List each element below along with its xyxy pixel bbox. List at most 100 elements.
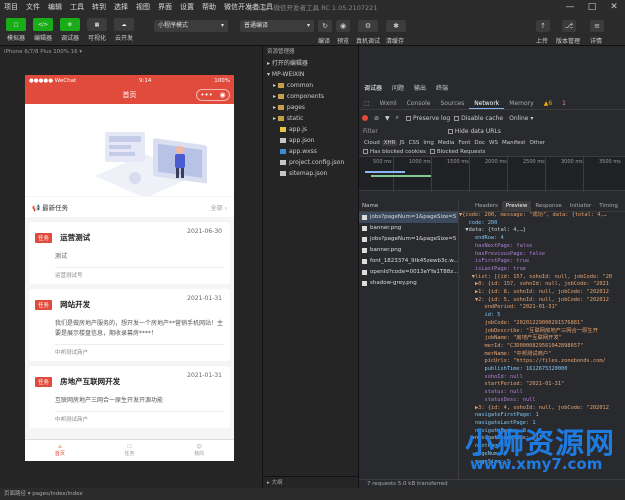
type-filter-cloud[interactable]: Cloud	[362, 140, 382, 146]
type-filter-css[interactable]: CSS	[407, 140, 422, 146]
compile-select[interactable]: 普通编译 ▾	[240, 20, 314, 32]
json-line[interactable]: ▶1: {id: 8, sohoId: null, jobCode: "2020…	[459, 289, 625, 297]
request-row[interactable]: banner.png	[359, 223, 458, 234]
cursor-icon[interactable]: ⬚	[359, 98, 375, 109]
error-count[interactable]: 1	[557, 98, 571, 109]
mode-select[interactable]: 小程序模式 ▾	[154, 20, 228, 32]
version-icon[interactable]: ⎇	[562, 20, 576, 32]
tree-item-project-config[interactable]: project.config.json	[263, 157, 358, 168]
json-line[interactable]: endRow: 4	[459, 235, 625, 243]
name-column-header[interactable]: Name	[359, 201, 458, 212]
disable-cache-checkbox[interactable]	[454, 115, 460, 121]
json-line[interactable]: picUrls: "https://files.zonebonds.com/	[459, 358, 625, 366]
type-filter-xhr[interactable]: XHR	[381, 139, 398, 146]
visual-toggle[interactable]: ▦ 可视化	[87, 18, 107, 42]
json-line[interactable]: isFirstPage: true	[459, 258, 625, 266]
tab-terminal[interactable]: 终端	[431, 83, 453, 92]
tab-sources[interactable]: Sources	[436, 98, 470, 109]
menu-item-help[interactable]: 帮助	[198, 2, 220, 12]
menu-item-goto[interactable]: 转到	[88, 2, 110, 12]
clear-icon[interactable]: ⊘	[374, 115, 379, 122]
device-select[interactable]: iPhone 6/7/8 Plus 100% 16 ▾	[0, 46, 262, 58]
filter-icon[interactable]: ▼	[385, 115, 390, 122]
json-line[interactable]: ▶0: {id: 157, sohoId: null, jobCode: "20…	[459, 281, 625, 289]
remote-debug-icon[interactable]: ⚙	[358, 20, 378, 32]
tab-mine[interactable]: ☺ 我的	[194, 444, 204, 457]
json-line[interactable]: ▼data: {total: 4,…}	[459, 227, 625, 235]
compile-icon[interactable]: ↻	[318, 20, 332, 32]
tab-timing[interactable]: Timing	[595, 201, 622, 211]
json-line[interactable]: endPeriod: "2021-01-31"	[459, 304, 625, 312]
project-root[interactable]: ▾ MP-WEIXIN	[263, 69, 358, 80]
upload-icon[interactable]: ↑	[536, 20, 550, 32]
tree-item-app-js[interactable]: app.js	[263, 124, 358, 135]
request-row[interactable]: openId?code=0013eYYa1T88z...	[359, 267, 458, 278]
tab-tasks[interactable]: ☐ 任务	[124, 444, 134, 457]
filter-input[interactable]: Filter	[363, 128, 378, 135]
json-line[interactable]: jobCode: "20201229000291576881"	[459, 320, 625, 328]
tree-item-app-json[interactable]: app.json	[263, 135, 358, 146]
tree-item-pages[interactable]: ▸ pages	[263, 102, 358, 113]
tab-wxml[interactable]: Wxml	[375, 98, 402, 109]
json-line[interactable]: publishTime: 1612675320000	[459, 366, 625, 374]
tab-network[interactable]: Network	[469, 98, 505, 109]
minimize-icon[interactable]: —	[559, 0, 581, 14]
editor-toggle[interactable]: </> 编辑器	[33, 18, 53, 42]
target-icon[interactable]: ◉	[220, 86, 226, 104]
json-line[interactable]: status: null	[459, 389, 625, 397]
json-line[interactable]: startPeriod: "2021-01-31"	[459, 381, 625, 389]
more-icon[interactable]: •••	[200, 86, 212, 104]
json-line[interactable]: merId: "CJD0000829561042898657"	[459, 343, 625, 351]
search-icon[interactable]: ⌕	[396, 114, 399, 122]
view-all-link[interactable]: 全部 ›	[211, 203, 227, 212]
preserve-log-checkbox[interactable]	[406, 115, 412, 121]
menu-item-edit[interactable]: 编辑	[44, 2, 66, 12]
json-line[interactable]: ▼{code: 200, message: "成功", data: {total…	[459, 212, 625, 220]
tree-item-static[interactable]: ▸ static	[263, 113, 358, 124]
task-card[interactable]: 任务 网站开发 2021-01-31 我们是做房地产服务的，想开发一个房地产**…	[29, 289, 230, 361]
json-line[interactable]: isLastPage: true	[459, 266, 625, 274]
record-icon[interactable]	[362, 115, 368, 121]
warning-count[interactable]: ▲6	[539, 98, 557, 109]
menu-item-view[interactable]: 视图	[132, 2, 154, 12]
request-row[interactable]: jobs?pageNum=1&pageSize=5	[359, 234, 458, 245]
json-line[interactable]: merName: "中邦测试商户"	[459, 351, 625, 359]
simulator-toggle[interactable]: □ 模拟器	[6, 18, 26, 42]
menu-item-settings[interactable]: 设置	[176, 2, 198, 12]
open-editors-section[interactable]: ▸ 打开的编辑器	[263, 58, 358, 69]
request-row[interactable]: jobs?pageNum=1&pageSize=5	[359, 212, 458, 223]
tab-initiator[interactable]: Initiator	[566, 201, 595, 211]
type-filter-ws[interactable]: WS	[487, 140, 500, 146]
menu-item-select[interactable]: 选择	[110, 2, 132, 12]
tab-problems[interactable]: 问题	[387, 83, 409, 92]
menu-item-project[interactable]: 项目	[0, 2, 22, 12]
network-timeline[interactable]: 500 ms 1000 ms 1500 ms 2000 ms 2500 ms 3…	[359, 156, 625, 192]
type-filter-doc[interactable]: Doc	[472, 140, 487, 146]
close-icon[interactable]: ✕	[603, 0, 625, 14]
menu-item-tools[interactable]: 工具	[66, 2, 88, 12]
tab-console[interactable]: Console	[402, 98, 436, 109]
cloud-dev-button[interactable]: ☁ 云开发	[114, 18, 134, 42]
tab-debugger[interactable]: 调试器	[359, 83, 387, 92]
json-line[interactable]: statusDesc: null	[459, 397, 625, 405]
task-card[interactable]: 任务 房地产互联网开发 2021-01-31 互联网房地产三网合一原生开发开源功…	[29, 366, 230, 428]
throttle-select[interactable]: Online ▾	[509, 115, 533, 122]
clear-cache-icon[interactable]: ✱	[386, 20, 406, 32]
menu-item-interface[interactable]: 界面	[154, 2, 176, 12]
type-filter-manifest[interactable]: Manifest	[500, 140, 527, 146]
tab-headers[interactable]: Headers	[471, 201, 502, 211]
tree-item-sitemap[interactable]: sitemap.json	[263, 168, 358, 179]
json-line[interactable]: code: 200	[459, 220, 625, 228]
blocked-cookies-checkbox[interactable]	[363, 149, 368, 154]
details-icon[interactable]: ≡	[590, 20, 604, 32]
tab-preview[interactable]: Preview	[501, 201, 532, 211]
json-line[interactable]: ▶3: {id: 4, sohoId: null, jobCode: "2020…	[459, 405, 625, 413]
capsule-menu[interactable]: ••• ◉	[196, 89, 230, 101]
tab-memory[interactable]: Memory	[504, 98, 538, 109]
menu-item-devtools[interactable]: 微信开发者工具	[220, 2, 277, 12]
hide-data-urls-checkbox[interactable]	[447, 129, 453, 134]
json-line[interactable]: jobName: "房地产互联网开发"	[459, 335, 625, 343]
menu-item-file[interactable]: 文件	[22, 2, 44, 12]
tab-response[interactable]: Response	[531, 201, 565, 211]
json-line[interactable]: navigateFirstPage: 1	[459, 412, 625, 420]
